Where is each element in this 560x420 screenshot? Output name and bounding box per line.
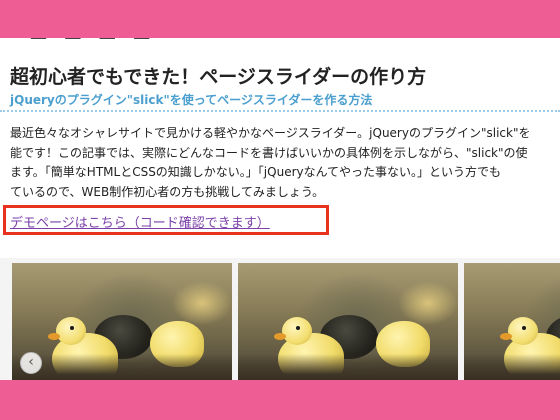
slider-prev-arrow-icon[interactable]: ‹ xyxy=(20,352,42,374)
chick-eye xyxy=(522,326,526,330)
chick-beak xyxy=(500,333,512,340)
article-frame: — — — — 超初心者でもできた！ページスライダーの作り方 jQueryのプラ… xyxy=(0,38,560,380)
slide-image-duckling xyxy=(464,263,560,380)
demo-page-link[interactable]: デモページはこちら（コード確認できます） xyxy=(10,212,270,231)
slide-image-duckling xyxy=(238,263,458,380)
cropped-heading-remnant: — — — — xyxy=(30,38,157,48)
article-title: 超初心者でもできた！ページスライダーの作り方 xyxy=(10,66,427,88)
body-line: 能です！この記事では、実際にどんなコードを書けばいいかの具体例を示しながら、"s… xyxy=(10,145,528,160)
chick-eye xyxy=(70,326,74,330)
dotted-divider xyxy=(0,110,560,112)
ground xyxy=(238,354,458,380)
chick-beak xyxy=(48,333,60,340)
body-line: ます。「簡単なHTMLとCSSの知識しかない。」「jQueryなんてやった事ない… xyxy=(10,165,502,179)
slide-image-duckling xyxy=(12,263,232,380)
chick-eye xyxy=(296,326,300,330)
chick-head xyxy=(56,317,86,345)
body-line: ているので、WEB制作初心者の方も挑戦してみましょう。 xyxy=(10,184,325,199)
chick-beak xyxy=(274,333,286,340)
article-body: 最近色々なオシャレサイトで見かける軽やかなページスライダー。jQueryのプラグ… xyxy=(10,124,560,202)
chick-head xyxy=(508,317,538,345)
chick-head xyxy=(282,317,312,345)
ground xyxy=(464,354,560,380)
body-line: 最近色々なオシャレサイトで見かける軽やかなページスライダー。jQueryのプラグ… xyxy=(10,126,531,140)
page-slider[interactable]: ‹ xyxy=(0,258,560,380)
article-subtitle: jQueryのプラグイン"slick"を使ってページスライダーを作る方法 xyxy=(10,93,373,107)
ground xyxy=(12,354,232,380)
